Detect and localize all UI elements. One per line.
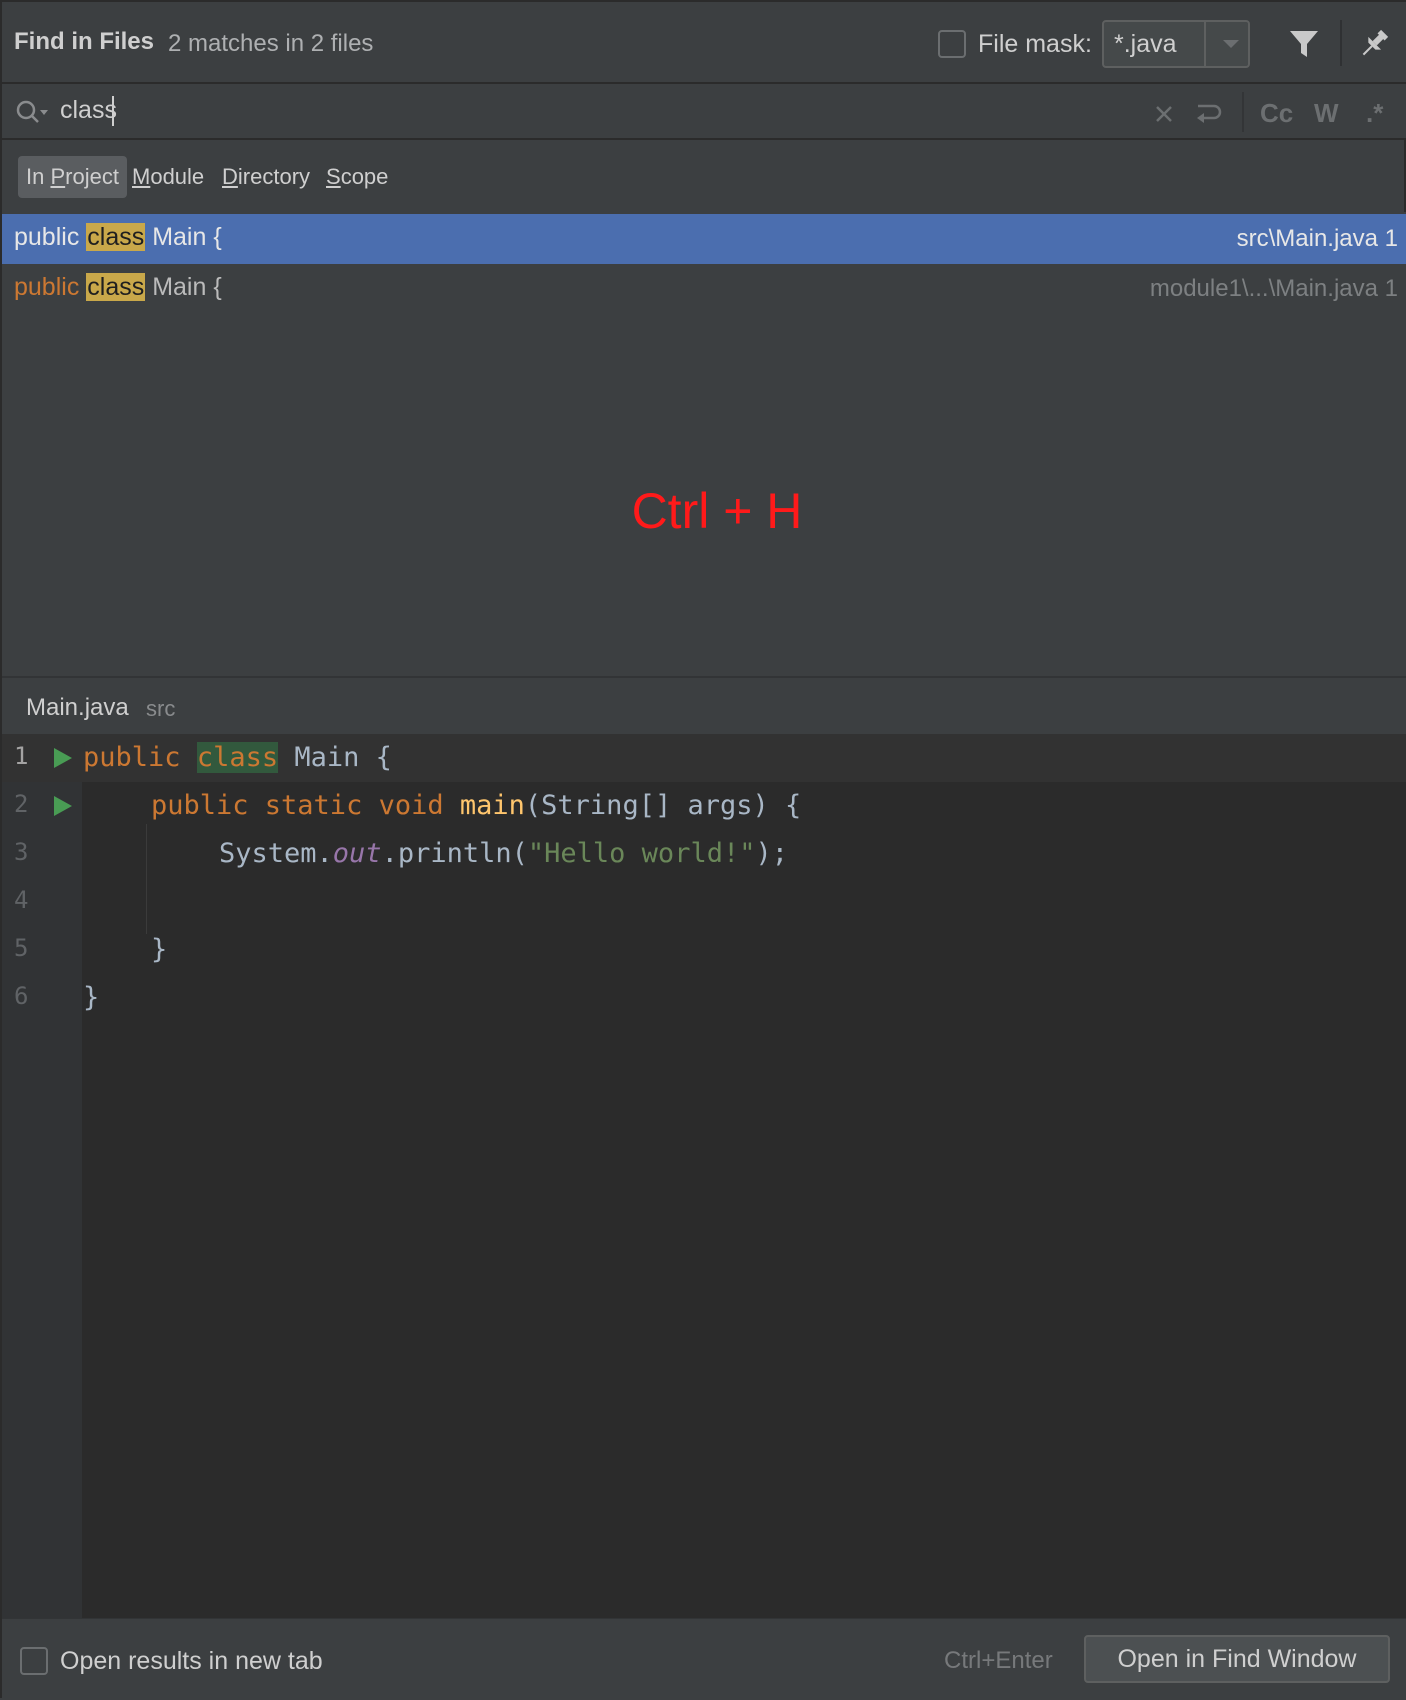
tab-in-project[interactable]: In Project (18, 156, 127, 198)
clear-icon[interactable] (1148, 98, 1180, 130)
file-mask-combo[interactable]: *.java (1102, 20, 1250, 68)
code-line: 3 System.out.println("Hello world!"); (2, 830, 1406, 878)
filter-icon[interactable] (1286, 26, 1322, 62)
result-snippet: public class Main { (14, 273, 222, 301)
code-line: 1 public class Main { (2, 734, 1406, 782)
header-separator (1340, 20, 1342, 66)
preview-file-name: Main.java (26, 694, 129, 721)
results-list: public class Main { src\Main.java 1 publ… (2, 212, 1406, 676)
dialog-footer: Open results in new tab Ctrl+Enter Open … (2, 1618, 1406, 1700)
find-in-files-dialog: Find in Files 2 matches in 2 files File … (0, 0, 1406, 1700)
result-path: src\Main.java 1 (1236, 225, 1398, 252)
code-text: System.out.println("Hello world!"); (219, 838, 788, 869)
code-line: 6 } (2, 974, 1406, 1022)
code-line: 5 } (2, 926, 1406, 974)
preview-file-dir: src (146, 696, 176, 721)
open-new-tab-label: Open results in new tab (60, 1647, 323, 1675)
shortcut-overlay-text: Ctrl + H (631, 483, 803, 539)
pin-icon[interactable] (1356, 26, 1392, 62)
text-caret (112, 96, 114, 126)
tab-scope[interactable]: Scope (318, 156, 396, 198)
match-count: 2 matches in 2 files (168, 30, 374, 57)
line-number: 6 (14, 982, 29, 1010)
match-case-icon[interactable]: Cc (1260, 98, 1293, 129)
shortcut-hint: Ctrl+Enter (944, 1647, 1053, 1674)
result-row[interactable]: public class Main { src\Main.java 1 (2, 214, 1406, 264)
dialog-header: Find in Files 2 matches in 2 files File … (2, 2, 1406, 84)
words-icon[interactable]: W (1314, 98, 1339, 129)
run-icon[interactable] (52, 746, 74, 770)
search-bar: class Cc W .* (2, 84, 1406, 140)
file-mask-checkbox[interactable] (938, 30, 966, 58)
file-mask-divider (1204, 22, 1206, 66)
preview-header: Main.java src (2, 676, 1406, 734)
line-number: 3 (14, 838, 29, 866)
indent-guide (146, 824, 147, 934)
line-number: 5 (14, 934, 29, 962)
code-line: 4 (2, 878, 1406, 926)
search-input[interactable]: class (60, 96, 117, 125)
result-path: module1\...\Main.java 1 (1149, 275, 1398, 302)
search-options-separator (1242, 92, 1244, 132)
open-in-find-window-button[interactable]: Open in Find Window (1084, 1635, 1390, 1683)
result-row[interactable]: public class Main { module1\...\Main.jav… (2, 264, 1406, 314)
result-snippet: public class Main { (14, 223, 222, 251)
code-text: public class Main { (83, 742, 392, 773)
open-new-tab-checkbox[interactable] (20, 1647, 48, 1675)
tab-module[interactable]: Module (124, 156, 212, 198)
file-mask-label: File mask: (978, 30, 1092, 58)
code-line: 2 public static void main(String[] args)… (2, 782, 1406, 830)
file-mask-value[interactable]: *.java (1114, 30, 1177, 59)
run-icon[interactable] (52, 794, 74, 818)
regex-icon[interactable]: .* (1366, 98, 1383, 129)
code-text: public static void main(String[] args) { (151, 790, 802, 821)
new-line-icon[interactable] (1192, 98, 1224, 130)
line-number: 4 (14, 886, 29, 914)
scope-tabs: In Project Module Directory Scope (2, 142, 1406, 212)
line-number: 1 (14, 742, 29, 770)
search-history-icon[interactable] (14, 98, 50, 126)
dialog-title: Find in Files (14, 28, 155, 55)
chevron-down-icon[interactable] (1217, 34, 1245, 54)
code-preview[interactable]: 1 public class Main { 2 public static vo… (2, 734, 1406, 1618)
code-text: } (83, 982, 100, 1013)
tab-directory[interactable]: Directory (214, 156, 318, 198)
code-text: } (151, 934, 168, 965)
line-number: 2 (14, 790, 29, 818)
